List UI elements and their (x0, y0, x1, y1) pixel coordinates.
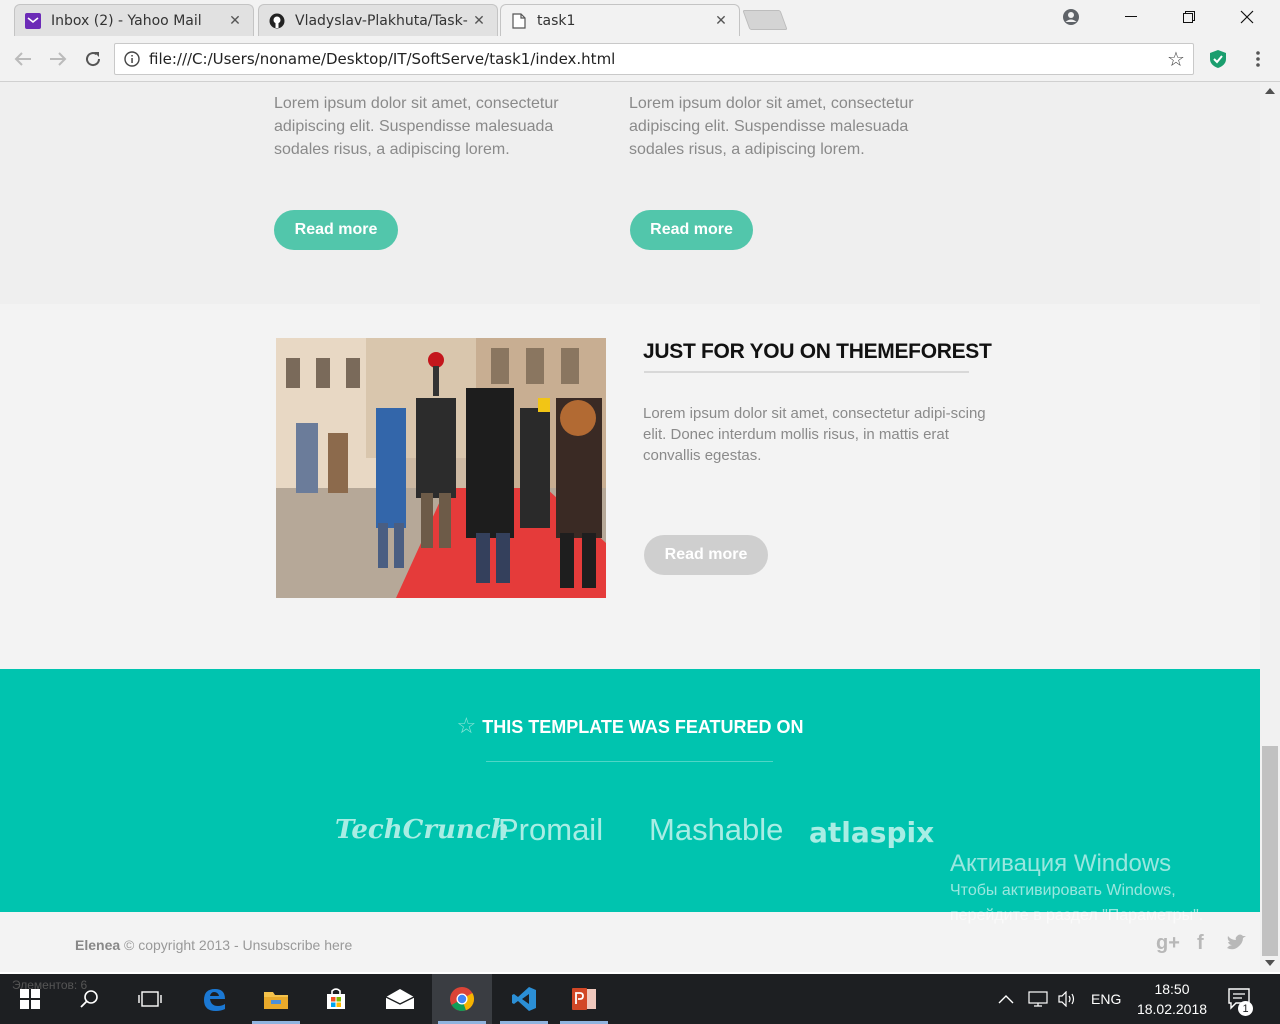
tab-title: task1 (537, 12, 576, 29)
task-view-icon[interactable] (120, 974, 180, 1024)
feature-divider (644, 371, 969, 373)
featured-title: ☆ THIS TEMPLATE WAS FEATURED ON (0, 713, 1260, 739)
feature-section: JUST FOR YOU ON THEMEFOREST Lorem ipsum … (0, 304, 1260, 669)
feature-title: JUST FOR YOU ON THEMEFOREST (643, 340, 992, 363)
profile-icon[interactable] (1042, 0, 1100, 34)
notifications-icon[interactable]: 1 (1228, 974, 1253, 1024)
scroll-down-arrow-icon[interactable] (1265, 960, 1275, 966)
url-text[interactable]: file:///C:/Users/noname/Desktop/IT/SoftS… (149, 50, 1159, 68)
restore-button[interactable] (1160, 0, 1218, 34)
mail-icon[interactable] (370, 974, 430, 1024)
windows-activation-watermark: Активация Windows Чтобы активировать Win… (950, 850, 1203, 928)
tab-title: Inbox (2) - Yahoo Mail (51, 12, 202, 29)
twitter-icon[interactable] (1226, 934, 1246, 958)
store-icon[interactable] (306, 974, 366, 1024)
minimize-button[interactable] (1102, 0, 1160, 34)
info-icon[interactable] (115, 51, 149, 67)
featured-divider (486, 761, 773, 762)
mashable-logo[interactable]: Mashable (649, 812, 783, 848)
tab-yahoo-mail[interactable]: Inbox (2) - Yahoo Mail ✕ (14, 4, 254, 36)
card-text: Lorem ipsum dolor sit amet, consectetur … (274, 95, 559, 158)
clock[interactable]: 18:50 18.02.2018 (1126, 974, 1218, 1024)
document-icon (511, 12, 527, 29)
reload-icon[interactable] (80, 46, 106, 72)
powerpoint-icon[interactable] (554, 974, 614, 1024)
vertical-scrollbar[interactable] (1260, 82, 1280, 972)
read-more-button[interactable]: Read more (630, 210, 753, 250)
activation-line1: Чтобы активировать Windows, (950, 882, 1176, 899)
close-icon[interactable]: ✕ (227, 13, 243, 29)
menu-kebab-icon[interactable] (1245, 46, 1271, 72)
google-plus-icon[interactable]: g+ (1156, 932, 1180, 955)
read-more-button[interactable]: Read more (274, 210, 398, 250)
bookmark-star-icon[interactable]: ☆ (1159, 47, 1193, 71)
brand-name: Elenea (75, 937, 121, 953)
search-icon[interactable] (60, 974, 120, 1024)
clock-time: 18:50 (1154, 981, 1190, 997)
vscode-icon[interactable] (494, 974, 554, 1024)
notification-count: 1 (1238, 1001, 1253, 1016)
yahoo-mail-icon (25, 12, 41, 29)
card-text: Lorem ipsum dolor sit amet, consectetur … (629, 95, 914, 158)
feature-text: Lorem ipsum dolor sit amet, consectetur … (643, 405, 986, 464)
activation-line2: перейдите в раздел "Параметры". (950, 907, 1204, 924)
windows-start-icon[interactable] (0, 974, 60, 1024)
close-icon[interactable]: ✕ (713, 13, 729, 29)
back-icon[interactable] (10, 46, 36, 72)
shield-extension-icon[interactable] (1205, 46, 1231, 72)
scroll-up-arrow-icon[interactable] (1265, 88, 1275, 94)
forward-icon[interactable] (45, 46, 71, 72)
volume-icon[interactable] (1058, 974, 1078, 1024)
close-icon[interactable]: ✕ (471, 13, 487, 29)
tab-title: Vladyslav-Plakhuta/Task- (295, 12, 468, 29)
cards-section: Lorem ipsum dolor sit amet, consectetur … (0, 82, 1260, 304)
browser-toolbar: file:///C:/Users/noname/Desktop/IT/SoftS… (0, 36, 1280, 82)
new-tab-button[interactable] (742, 10, 788, 30)
star-icon: ☆ (456, 713, 477, 738)
promail-logo[interactable]: Promail (498, 812, 603, 848)
copyright-text: Elenea © copyright 2013 - Unsubscribe he… (75, 937, 352, 953)
tab-github[interactable]: Vladyslav-Plakhuta/Task- ✕ (258, 4, 498, 36)
activation-title: Активация Windows (950, 850, 1172, 877)
address-bar[interactable]: file:///C:/Users/noname/Desktop/IT/SoftS… (114, 43, 1194, 75)
clock-date: 18.02.2018 (1136, 1001, 1208, 1017)
tray-chevron-icon[interactable] (998, 974, 1014, 1024)
facebook-icon[interactable]: f (1197, 932, 1204, 955)
copyright-line[interactable]: © copyright 2013 - Unsubscribe here (124, 937, 352, 953)
scrollbar-thumb[interactable] (1262, 746, 1278, 956)
page-viewport: Lorem ipsum dolor sit amet, consectetur … (0, 82, 1260, 972)
browser-tab-strip: Inbox (2) - Yahoo Mail ✕ Vladyslav-Plakh… (0, 0, 1280, 36)
tab-task1[interactable]: task1 ✕ (500, 4, 740, 36)
chrome-icon[interactable] (432, 974, 492, 1024)
file-explorer-icon[interactable] (246, 974, 306, 1024)
read-more-button[interactable]: Read more (644, 535, 768, 575)
language-indicator[interactable]: ENG (1091, 974, 1121, 1024)
featured-title-text: THIS TEMPLATE WAS FEATURED ON (482, 717, 804, 737)
atlaspix-logo[interactable]: atlaspix (809, 816, 934, 849)
network-icon[interactable] (1028, 974, 1048, 1024)
techcrunch-logo[interactable]: TechCrunch (335, 815, 510, 845)
edge-icon[interactable] (184, 974, 244, 1024)
feature-photo (276, 338, 606, 598)
github-icon (269, 13, 285, 29)
windows-taskbar: Элементов: 6 ENG 18:50 18.02.2018 1 (0, 974, 1280, 1024)
close-window-button[interactable] (1218, 0, 1276, 34)
